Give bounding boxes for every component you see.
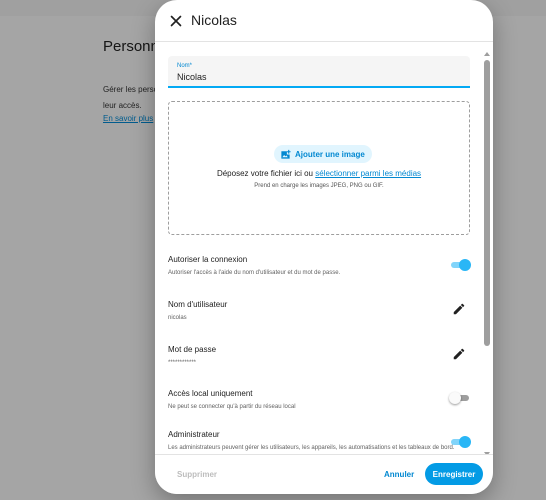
content-scrollbar[interactable] — [484, 52, 490, 456]
drop-instructions: Déposez votre fichier ici ou sélectionne… — [169, 169, 469, 178]
name-field-value[interactable]: Nicolas — [177, 72, 207, 82]
dialog-footer: Supprimer Annuler Enregistrer — [155, 454, 493, 494]
local-only-title: Accès local uniquement — [168, 389, 253, 398]
password-title: Mot de passe — [168, 345, 217, 354]
close-button[interactable] — [167, 12, 185, 30]
close-icon — [170, 15, 182, 27]
admin-toggle[interactable] — [450, 436, 471, 448]
image-dropzone[interactable]: Ajouter une image Déposez votre fichier … — [168, 101, 470, 235]
add-image-label: Ajouter une image — [295, 149, 365, 159]
dialog-content: Nom* Nicolas Ajouter une image Déposez v… — [155, 43, 493, 454]
add-image-button[interactable]: Ajouter une image — [274, 145, 372, 163]
username-value: nicolas — [168, 315, 187, 321]
pencil-icon — [453, 348, 465, 360]
edit-password-button[interactable] — [452, 347, 466, 361]
drop-format-hint: Prend en charge les images JPEG, PNG ou … — [254, 183, 384, 189]
admin-row: Administrateur Les administrateurs peuve… — [168, 430, 471, 453]
username-row: Nom d'utilisateur nicolas — [168, 300, 470, 323]
edit-username-button[interactable] — [452, 302, 466, 316]
password-value: ************ — [168, 360, 197, 366]
local-only-subtitle: Ne peut se connecter qu'à partir du rése… — [168, 404, 296, 410]
password-row: Mot de passe ************ — [168, 345, 470, 368]
scroll-thumb[interactable] — [484, 60, 490, 346]
name-field-label: Nom* — [177, 63, 193, 69]
allow-login-row: Autoriser la connexion Autoriser l'accès… — [168, 255, 471, 278]
delete-button[interactable]: Supprimer — [177, 470, 217, 479]
user-edit-dialog: Nicolas Nom* Nicolas Ajouter une image D… — [155, 0, 493, 494]
add-image-icon — [281, 149, 291, 159]
save-button[interactable]: Enregistrer — [425, 463, 483, 485]
toggle-knob — [449, 392, 461, 404]
toggle-knob — [459, 259, 471, 271]
allow-login-subtitle: Autoriser l'accès à l'aide du nom d'util… — [168, 270, 341, 276]
username-title: Nom d'utilisateur — [168, 300, 228, 309]
toggle-knob — [459, 436, 471, 448]
allow-login-toggle[interactable] — [450, 259, 471, 271]
select-media-link[interactable]: sélectionner parmi les médias — [315, 169, 421, 178]
pencil-icon — [453, 303, 465, 315]
admin-subtitle: Les administrateurs peuvent gérer les ut… — [168, 445, 455, 451]
admin-title: Administrateur — [168, 430, 220, 439]
local-only-row: Accès local uniquement Ne peut se connec… — [168, 389, 470, 412]
allow-login-title: Autoriser la connexion — [168, 255, 248, 264]
dialog-header: Nicolas — [155, 0, 493, 42]
local-only-toggle[interactable] — [449, 392, 470, 404]
name-field[interactable]: Nom* Nicolas — [168, 56, 470, 88]
drop-text: Déposez votre fichier ici ou — [216, 169, 316, 178]
dialog-title: Nicolas — [191, 12, 237, 28]
cancel-button[interactable]: Annuler — [384, 470, 414, 479]
scroll-up-arrow[interactable] — [484, 52, 490, 56]
